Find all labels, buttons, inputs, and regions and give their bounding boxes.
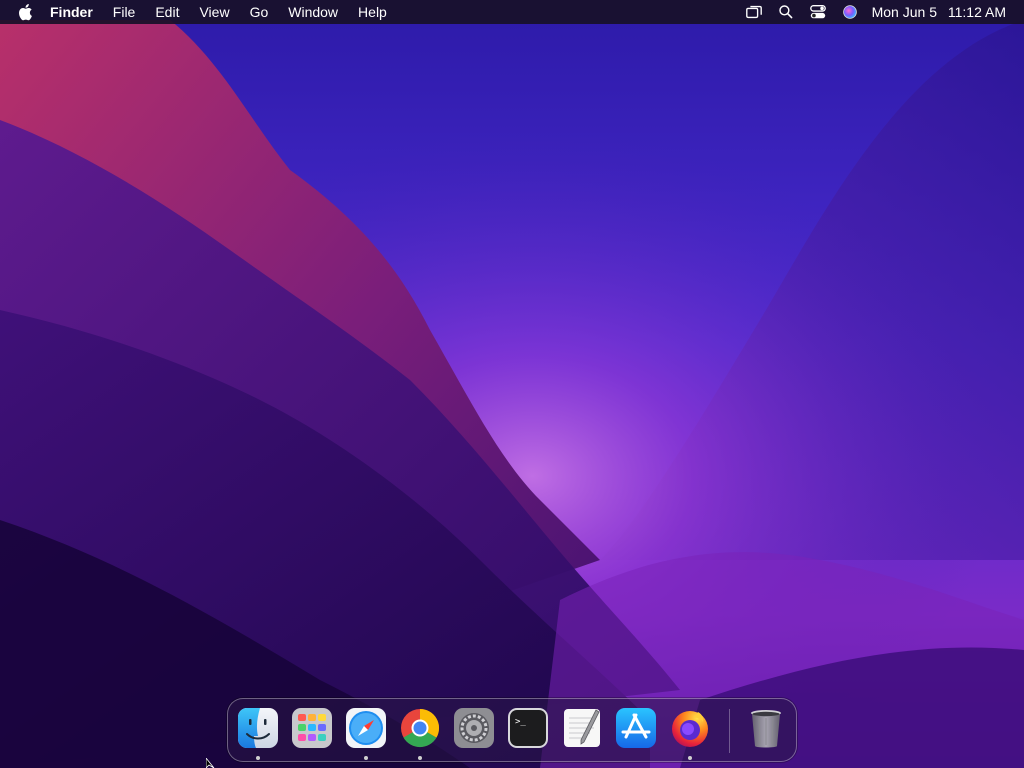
- mouse-cursor-icon: [206, 758, 215, 768]
- menu-file[interactable]: File: [103, 0, 146, 24]
- dock-finder[interactable]: [236, 706, 280, 750]
- dock: >_: [227, 698, 797, 762]
- menu-help[interactable]: Help: [348, 0, 397, 24]
- dock-firefox[interactable]: [668, 706, 712, 750]
- apple-logo-icon[interactable]: [18, 3, 34, 21]
- menu-window[interactable]: Window: [278, 0, 348, 24]
- menu-bar-clock[interactable]: Mon Jun 5 11:12 AM: [872, 4, 1006, 20]
- dock-divider: [729, 709, 730, 753]
- dock-textedit[interactable]: [560, 706, 604, 750]
- chrome-icon: [401, 708, 440, 748]
- trash-icon: [751, 710, 781, 748]
- system-preferences-icon: [454, 708, 494, 748]
- firefox-icon: [672, 711, 708, 747]
- running-indicator-chrome: [418, 756, 422, 760]
- terminal-icon: >_: [508, 708, 548, 748]
- terminal-prompt: >_: [515, 717, 526, 727]
- clock-date: Mon Jun 5: [871, 4, 937, 20]
- clock-time: 11:12 AM: [947, 4, 1006, 20]
- menu-edit[interactable]: Edit: [145, 0, 189, 24]
- screen-mirroring-icon[interactable]: [744, 2, 764, 22]
- desktop[interactable]: Finder File Edit View Go Window Help Mon…: [0, 0, 1024, 768]
- dock-system-preferences[interactable]: [452, 706, 496, 750]
- menu-go[interactable]: Go: [240, 0, 279, 24]
- finder-icon: [238, 708, 278, 748]
- app-store-icon: [616, 708, 656, 748]
- running-indicator-finder: [256, 756, 260, 760]
- launchpad-icon: [292, 708, 332, 748]
- running-indicator-safari: [364, 756, 368, 760]
- wallpaper: [0, 0, 1024, 768]
- dock-terminal[interactable]: >_: [506, 706, 550, 750]
- menu-bar: Finder File Edit View Go Window Help Mon…: [0, 0, 1024, 24]
- textedit-icon: [564, 709, 600, 747]
- safari-icon: [346, 708, 386, 748]
- dock-app-store[interactable]: [614, 706, 658, 750]
- dock-trash[interactable]: [744, 706, 788, 750]
- dock-launchpad[interactable]: [290, 706, 334, 750]
- menu-finder[interactable]: Finder: [44, 0, 103, 24]
- spotlight-search-icon[interactable]: [776, 2, 796, 22]
- dock-chrome[interactable]: [398, 706, 442, 750]
- running-indicator-firefox: [688, 756, 692, 760]
- dock-safari[interactable]: [344, 706, 388, 750]
- menu-view[interactable]: View: [189, 0, 239, 24]
- control-center-icon[interactable]: [808, 2, 828, 22]
- siri-icon[interactable]: [840, 2, 860, 22]
